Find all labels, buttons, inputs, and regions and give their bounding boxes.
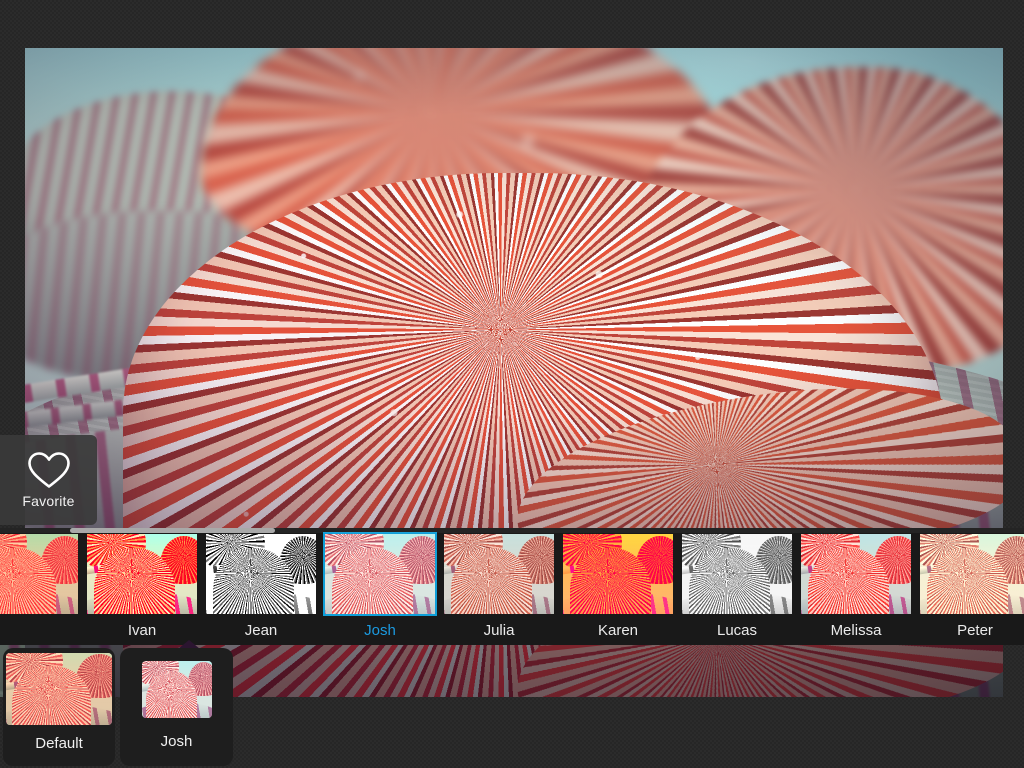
filter-thumbnail <box>0 532 80 616</box>
filter-thumbnail <box>442 532 556 616</box>
filter-label: Josh <box>364 622 396 639</box>
favorite-label: Favorite <box>22 493 75 509</box>
filter-strip[interactable]: IvanJeanJoshJuliaKarenLucasMelissaPeterP <box>0 528 1024 645</box>
mini-photo <box>87 534 197 614</box>
mini-photo <box>0 534 78 614</box>
scrollbar-thumb[interactable] <box>70 528 275 533</box>
filter-thumbnail <box>561 532 675 616</box>
mini-photo <box>444 534 554 614</box>
filter-strip-track: IvanJeanJoshJuliaKarenLucasMelissaPeterP <box>0 532 1024 645</box>
preset-josh-thumbnail <box>141 661 212 718</box>
preview-photo[interactable] <box>25 48 1003 528</box>
filter-label: Julia <box>483 622 515 639</box>
filter-label: Ivan <box>127 622 157 639</box>
mini-photo <box>682 534 792 614</box>
mini-photo <box>141 661 212 718</box>
photo-preview-stage[interactable] <box>25 48 1003 528</box>
filter-item-peter[interactable]: Peter <box>916 532 1024 640</box>
filter-strip-scrollbar[interactable] <box>0 528 1024 533</box>
mini-photo <box>563 534 673 614</box>
filter-item-melissa[interactable]: Melissa <box>797 532 915 640</box>
preset-josh-label: Josh <box>160 733 193 750</box>
filter-item-lucas[interactable]: Lucas <box>678 532 796 640</box>
mini-photo <box>325 534 435 614</box>
filter-thumbnail <box>85 532 199 616</box>
mini-photo <box>6 653 112 725</box>
favorite-button[interactable]: Favorite <box>0 435 97 525</box>
filter-label: Karen <box>597 622 639 639</box>
filter-label: Lucas <box>716 622 758 639</box>
filter-label: Melissa <box>830 622 882 639</box>
filter-item-jean[interactable]: Jean <box>202 532 320 640</box>
filter-item-partial-0[interactable] <box>0 532 82 622</box>
mini-photo <box>206 534 316 614</box>
filter-item-karen[interactable]: Karen <box>559 532 677 640</box>
filter-thumbnail <box>323 532 437 616</box>
preset-card-default[interactable]: Default <box>3 648 115 766</box>
preset-default-label: Default <box>35 735 83 752</box>
filter-thumbnail <box>680 532 794 616</box>
preset-card-josh[interactable]: Josh <box>120 648 233 766</box>
filter-thumbnail <box>799 532 913 616</box>
filter-item-josh[interactable]: Josh <box>321 532 439 640</box>
bottom-control-bar: Default Josh 100 Fade Apply <box>0 645 1024 768</box>
heart-icon <box>27 452 70 488</box>
photo-filter-app: Favorite Ivan Jean Josh Julia Karen Lucas Meli… <box>0 0 1024 768</box>
filter-thumbnail <box>918 532 1024 616</box>
filter-item-julia[interactable]: Julia <box>440 532 558 640</box>
filter-item-ivan[interactable]: Ivan <box>83 532 201 640</box>
preset-default-thumbnail <box>6 653 112 725</box>
filter-label: Jean <box>244 622 278 639</box>
mini-photo <box>920 534 1024 614</box>
filter-thumbnail <box>204 532 318 616</box>
filter-label: Peter <box>957 622 993 639</box>
mini-photo <box>801 534 911 614</box>
